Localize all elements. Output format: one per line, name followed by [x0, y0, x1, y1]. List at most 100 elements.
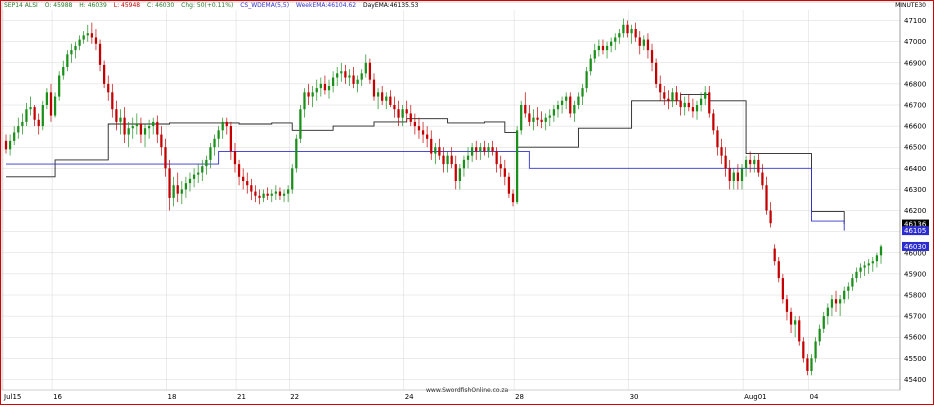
candle: [744, 159, 748, 169]
candle: [119, 117, 122, 122]
candle: [491, 147, 494, 152]
x-tick-label: 16: [53, 393, 62, 401]
candle: [53, 96, 57, 116]
candle: [4, 140, 8, 150]
candle: [806, 358, 809, 371]
candle: [765, 185, 768, 211]
candle: [319, 83, 322, 89]
y-tick-label: 47000: [904, 38, 926, 46]
candle: [642, 39, 645, 46]
candle: [834, 299, 838, 304]
candle: [25, 109, 28, 122]
candle: [86, 33, 89, 36]
candle: [614, 37, 617, 42]
plot-area: [1, 1, 901, 391]
candle: [667, 98, 670, 101]
candle: [160, 134, 163, 148]
candle: [597, 45, 600, 51]
y-tick-label: 46500: [904, 144, 926, 152]
candle: [794, 320, 797, 325]
candle: [107, 83, 110, 93]
candle: [147, 126, 151, 129]
y-tick-label: 46400: [904, 165, 926, 173]
candle: [225, 121, 228, 127]
candle: [536, 117, 539, 120]
candle: [115, 109, 118, 122]
candle: [217, 130, 220, 139]
candle: [654, 62, 658, 84]
candle: [560, 100, 564, 105]
period-label[interactable]: MINUTE30: [895, 2, 926, 9]
candle: [830, 299, 834, 308]
candle: [295, 138, 298, 169]
candle: [749, 159, 752, 165]
candle: [593, 50, 596, 59]
candle: [646, 39, 650, 51]
candle: [458, 168, 461, 181]
candlestick-chart[interactable]: 4540045500456004570045800459004600046100…: [0, 0, 934, 405]
candle: [683, 102, 686, 108]
indicator-label: CS_WDEMA(5,5): [240, 2, 290, 9]
candle: [863, 265, 866, 268]
quote-header: SEP14 ALSI O: 45988 H: 46039 L: 45948 C:…: [4, 2, 423, 9]
y-tick-label: 47100: [904, 17, 926, 25]
candle: [495, 151, 498, 165]
candle: [135, 124, 138, 127]
candle: [197, 172, 200, 175]
candle: [188, 178, 192, 184]
candle: [172, 185, 175, 198]
candle: [691, 107, 695, 112]
candle: [867, 263, 870, 266]
candle: [761, 172, 764, 186]
candle: [205, 159, 208, 167]
candle: [409, 113, 412, 122]
candle: [622, 24, 625, 34]
candle: [663, 92, 666, 99]
candle: [246, 181, 249, 186]
candle: [33, 107, 36, 120]
candle: [29, 107, 32, 110]
candle: [41, 105, 44, 127]
candle: [687, 102, 690, 108]
candle: [401, 109, 404, 118]
y-tick-label: 45900: [904, 270, 926, 278]
price-label: 46105: [904, 227, 926, 235]
candle: [237, 164, 241, 177]
candle: [336, 73, 339, 78]
candle: [352, 75, 355, 84]
candle: [299, 109, 302, 139]
candle: [757, 159, 760, 173]
candle: [438, 147, 441, 156]
candle: [552, 109, 556, 116]
candle: [695, 105, 699, 112]
candle: [291, 168, 294, 190]
candle: [331, 77, 335, 86]
candle: [732, 172, 735, 181]
candle: [8, 140, 12, 150]
candle: [37, 119, 40, 127]
candle: [659, 83, 662, 93]
candle: [266, 193, 269, 196]
x-tick-label: 18: [168, 393, 177, 401]
candle: [503, 168, 506, 177]
candle: [94, 37, 98, 44]
candle: [704, 92, 707, 99]
candle: [139, 124, 143, 135]
candle: [569, 96, 572, 114]
candle: [389, 96, 392, 105]
candle: [311, 92, 314, 97]
candle: [777, 261, 780, 279]
candle: [879, 246, 883, 256]
price-label: 46030: [904, 243, 926, 251]
candle: [315, 88, 318, 93]
candle: [450, 155, 453, 165]
candle: [74, 45, 77, 51]
candle: [532, 117, 535, 122]
candle: [528, 113, 531, 122]
candle: [548, 115, 551, 118]
candle: [855, 271, 858, 279]
candle: [156, 121, 159, 135]
candle: [720, 147, 723, 156]
day-ema-line: [6, 93, 845, 225]
y-tick-label: 46300: [904, 186, 926, 194]
